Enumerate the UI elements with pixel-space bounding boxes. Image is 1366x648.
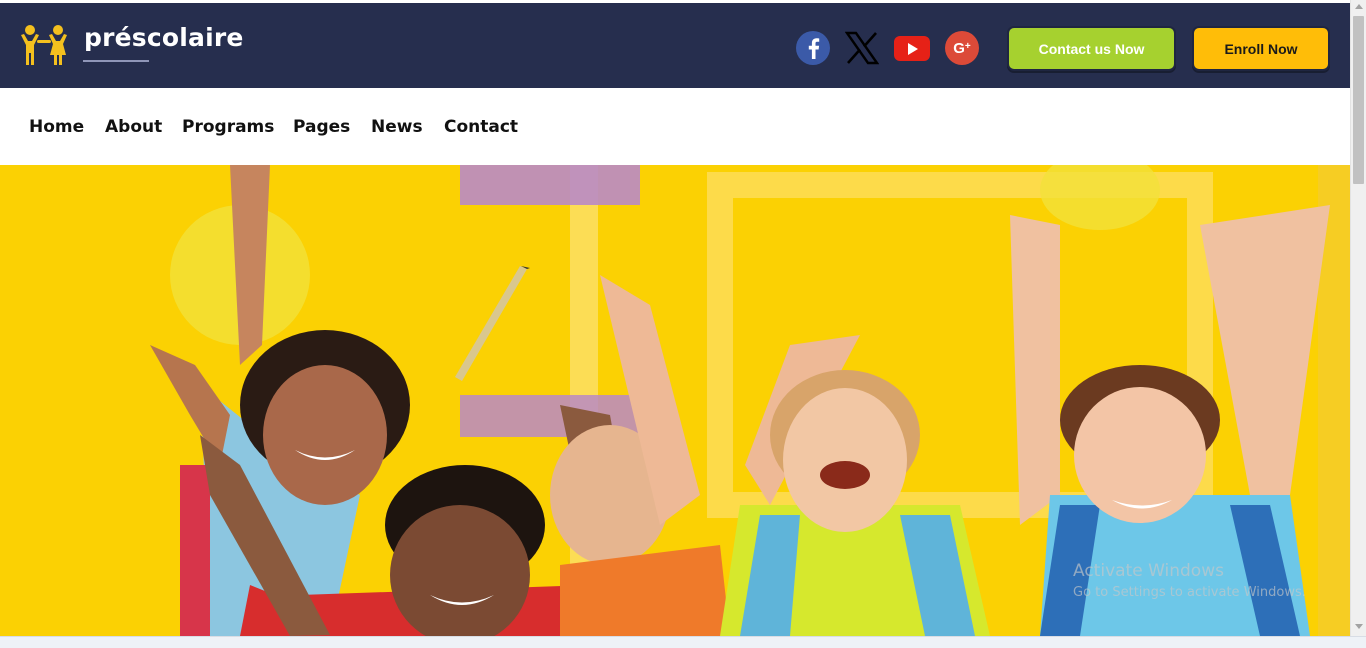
- nav-news[interactable]: News: [371, 117, 423, 137]
- x-icon[interactable]: [845, 31, 879, 65]
- activate-windows-subtitle: Go to Settings to activate Windows.: [1073, 585, 1306, 600]
- nav-pages[interactable]: Pages: [293, 117, 350, 137]
- scroll-up-arrow-icon[interactable]: [1355, 4, 1363, 9]
- main-nav: Home About Programs Pages News Contact: [0, 88, 1350, 165]
- brand-name: préscolaire: [84, 23, 244, 52]
- taskbar: [0, 636, 1366, 648]
- enroll-now-button[interactable]: Enroll Now: [1192, 26, 1330, 71]
- scroll-down-arrow-icon[interactable]: [1355, 624, 1363, 629]
- facebook-icon[interactable]: [796, 31, 830, 65]
- scroll-thumb[interactable]: [1353, 16, 1364, 184]
- nav-about[interactable]: About: [105, 117, 162, 137]
- youtube-icon[interactable]: [894, 36, 930, 61]
- header-bar: préscolaire G + Contact us Now Enroll Now: [0, 0, 1350, 88]
- google-plus-icon[interactable]: G +: [945, 31, 979, 65]
- page-scrollbar[interactable]: [1350, 0, 1366, 636]
- activate-windows-title: Activate Windows: [1073, 561, 1224, 581]
- nav-contact[interactable]: Contact: [444, 117, 518, 137]
- children-icon: [21, 25, 67, 65]
- nav-home[interactable]: Home: [29, 117, 84, 137]
- brand-underline: [83, 60, 149, 62]
- contact-us-button[interactable]: Contact us Now: [1007, 26, 1176, 71]
- nav-programs[interactable]: Programs: [182, 117, 274, 137]
